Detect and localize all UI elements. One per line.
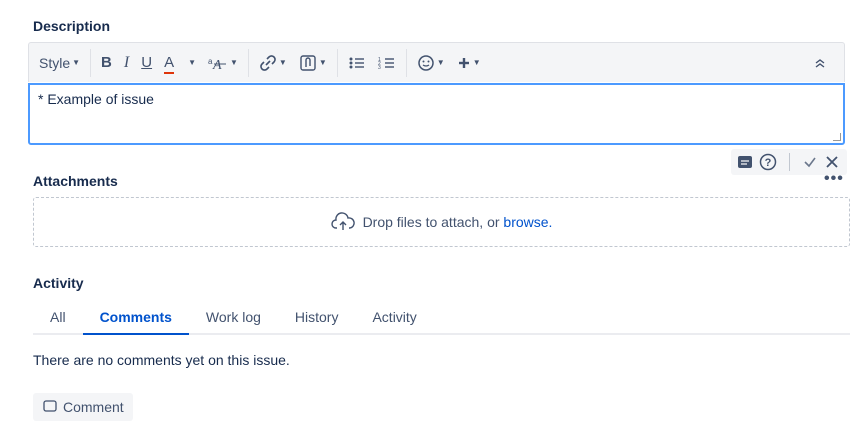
chevron-down-icon: ▼ (436, 58, 445, 67)
editor-toolbar: Style ▼ B I U A ▼ a A ▼ ▼ ▼ 1 2 3 ▼ ▼ (28, 42, 845, 82)
link-button[interactable]: ▼ (253, 49, 293, 77)
insert-more-button[interactable]: ▼ (451, 49, 487, 77)
cloud-upload-icon (330, 212, 355, 230)
description-text: * Example of issue (38, 91, 154, 107)
bullet-list-button[interactable] (342, 49, 372, 77)
editor-mode-icon[interactable] (737, 154, 753, 170)
tab-work-log[interactable]: Work log (189, 309, 278, 335)
toolbar-divider (405, 48, 407, 77)
collapse-toolbar-button[interactable] (808, 49, 832, 77)
text-style-dropdown[interactable]: Style ▼ (29, 49, 86, 77)
bold-button[interactable]: B (95, 49, 118, 77)
bullet-list-icon (349, 57, 364, 68)
activity-title: Activity (33, 275, 84, 291)
chevron-down-icon: ▼ (278, 58, 287, 67)
drop-files-text: Drop files to attach, or (362, 214, 500, 230)
chevron-down-icon: ▼ (230, 58, 238, 67)
attachments-title: Attachments (33, 173, 118, 189)
close-icon[interactable] (824, 154, 840, 170)
text-color-dropdown[interactable]: ▼ (180, 49, 202, 77)
description-editor[interactable]: * Example of issue (28, 83, 845, 145)
check-icon[interactable] (802, 154, 818, 170)
underline-button[interactable]: U (135, 49, 158, 77)
text-color-bar (164, 71, 175, 74)
text-style-label: Style (39, 54, 71, 71)
text-color-button[interactable]: A (158, 49, 180, 77)
chevron-down-icon: ▼ (318, 58, 327, 67)
toolbar-divider (247, 48, 249, 77)
svg-text:3: 3 (378, 65, 381, 71)
attachment-button[interactable]: ▼ (293, 49, 333, 77)
resize-handle[interactable] (833, 133, 841, 141)
text-color-icon: A (164, 54, 175, 71)
chevron-down-icon: ▼ (188, 58, 196, 67)
dropzone-text: Drop files to attach, or browse. (363, 214, 553, 230)
svg-text:?: ? (765, 157, 772, 169)
toolbar-divider (90, 48, 92, 77)
italic-button[interactable]: I (118, 49, 135, 77)
plus-icon (458, 57, 469, 68)
emoji-button[interactable]: ▼ (411, 49, 451, 77)
browse-link[interactable]: browse. (503, 214, 552, 230)
attachment-icon (300, 54, 316, 71)
numbered-list-icon: 1 2 3 (378, 57, 394, 71)
comment-button[interactable]: Comment (33, 393, 133, 421)
link-icon (260, 54, 276, 71)
no-comments-message: There are no comments yet on this issue. (33, 352, 290, 368)
chevron-down-icon: ▼ (472, 58, 481, 67)
double-chevron-up-icon (815, 58, 825, 68)
numbered-list-button[interactable]: 1 2 3 (372, 49, 402, 77)
more-formatting-icon: a A (208, 57, 226, 71)
actions-divider (789, 153, 790, 171)
help-icon[interactable]: ? (759, 153, 777, 171)
tab-all[interactable]: All (33, 309, 83, 335)
tab-history[interactable]: History (278, 309, 356, 335)
attachment-dropzone[interactable]: Drop files to attach, or browse. (33, 197, 850, 247)
more-options-icon[interactable]: ••• (824, 170, 844, 188)
chevron-down-icon: ▼ (72, 58, 81, 67)
tab-comments[interactable]: Comments (82, 309, 189, 335)
more-formatting-button[interactable]: a A ▼ (202, 49, 244, 77)
toolbar-divider (336, 48, 338, 77)
activity-tabs: All Comments Work log History Activity (33, 303, 850, 335)
tab-activity[interactable]: Activity (355, 309, 433, 335)
description-title: Description (33, 18, 111, 34)
emoji-icon (418, 54, 434, 71)
comment-button-label: Comment (63, 399, 124, 415)
comment-icon (43, 400, 57, 412)
